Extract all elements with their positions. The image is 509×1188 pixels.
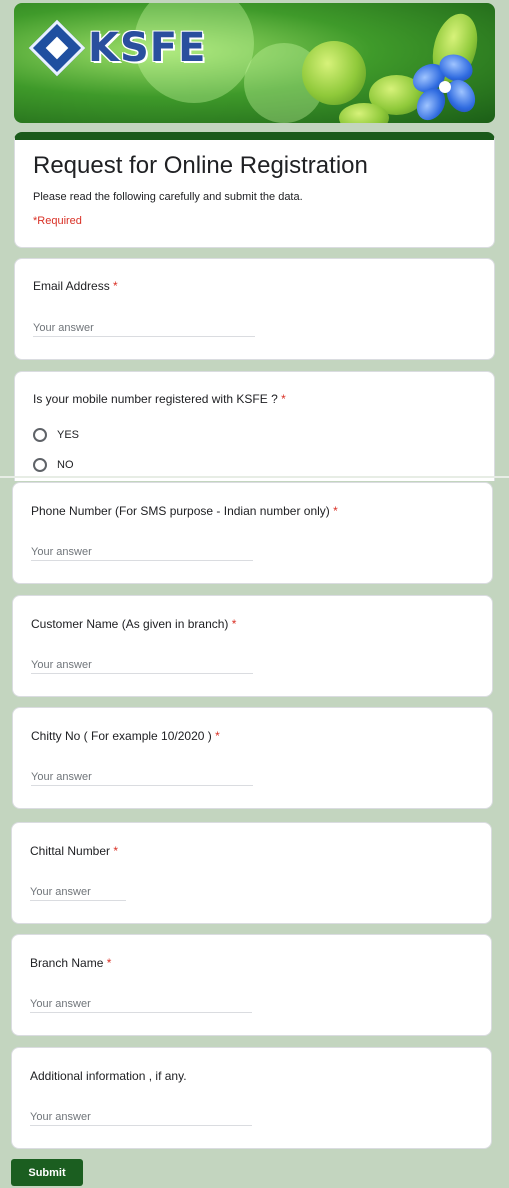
question-text: Customer Name (As given in branch): [31, 617, 229, 631]
radio-option-label: YES: [57, 429, 80, 441]
form-title: Request for Online Registration: [33, 152, 368, 179]
chitty-no-field[interactable]: [31, 768, 253, 786]
screenshot-seam: [0, 476, 509, 478]
phone-input[interactable]: [31, 543, 253, 560]
radio-unchecked-icon[interactable]: [33, 458, 47, 472]
question-text: Chittal Number: [30, 844, 111, 858]
required-star: *: [281, 392, 286, 406]
question-label: Is your mobile number registered with KS…: [33, 392, 286, 406]
question-text: Chitty No ( For example 10/2020 ): [31, 729, 212, 743]
radio-option-label: NO: [57, 459, 74, 471]
question-card-phone: Phone Number (For SMS purpose - Indian n…: [12, 482, 493, 584]
question-text: Branch Name: [30, 956, 104, 970]
question-text: Email Address: [33, 279, 110, 293]
question-label: Chitty No ( For example 10/2020 ) *: [31, 729, 220, 743]
branch-name-input[interactable]: [30, 995, 252, 1012]
branch-name-field[interactable]: [30, 995, 252, 1013]
required-note: *Required: [33, 215, 82, 227]
submit-button[interactable]: Submit: [11, 1159, 83, 1186]
logo-text: KSFE: [88, 25, 207, 71]
question-text: Phone Number (For SMS purpose - Indian n…: [31, 504, 330, 518]
question-label: Phone Number (For SMS purpose - Indian n…: [31, 504, 338, 518]
ksfe-diamond-logo-icon: [28, 19, 86, 77]
email-field[interactable]: [33, 319, 255, 337]
question-card-chittal-number: Chittal Number *: [11, 822, 492, 924]
question-card-branch-name: Branch Name *: [11, 934, 492, 1036]
question-label: Additional information , if any.: [30, 1069, 187, 1083]
required-star: *: [113, 279, 118, 293]
question-card-customer-name: Customer Name (As given in branch) *: [12, 595, 493, 697]
form-header-card: Request for Online Registration Please r…: [14, 132, 495, 248]
required-star: *: [113, 844, 119, 858]
form-description: Please read the following carefully and …: [33, 191, 303, 203]
required-star: *: [215, 729, 220, 743]
question-label: Customer Name (As given in branch) *: [31, 617, 236, 631]
customer-name-input[interactable]: [31, 656, 253, 673]
chittal-number-field[interactable]: [30, 883, 126, 901]
question-card-additional-info: Additional information , if any.: [11, 1047, 492, 1149]
question-label: Chittal Number *: [30, 844, 118, 858]
question-text: Is your mobile number registered with KS…: [33, 392, 278, 406]
radio-unchecked-icon[interactable]: [33, 428, 47, 442]
question-card-email: Email Address *: [14, 258, 495, 360]
question-card-mobile-registered: Is your mobile number registered with KS…: [14, 371, 495, 481]
plant-illustration: [284, 3, 495, 123]
phone-field[interactable]: [31, 543, 253, 561]
required-star: *: [333, 504, 338, 518]
question-card-chitty-no: Chitty No ( For example 10/2020 ) *: [12, 707, 493, 809]
chitty-no-input[interactable]: [31, 768, 253, 785]
question-label: Email Address *: [33, 279, 118, 293]
question-label: Branch Name *: [30, 956, 111, 970]
customer-name-field[interactable]: [31, 656, 253, 674]
radio-option-yes[interactable]: YES: [33, 428, 79, 442]
required-star: *: [106, 956, 112, 970]
email-input[interactable]: [33, 319, 255, 336]
chittal-number-input[interactable]: [30, 883, 126, 900]
additional-info-input[interactable]: [30, 1108, 252, 1125]
header-banner: KSFE: [14, 3, 495, 123]
required-star: *: [231, 617, 237, 631]
ksfe-logo: KSFE: [28, 19, 207, 77]
radio-option-no[interactable]: NO: [33, 458, 74, 472]
additional-info-field[interactable]: [30, 1108, 252, 1126]
question-text: Additional information , if any.: [30, 1069, 187, 1083]
